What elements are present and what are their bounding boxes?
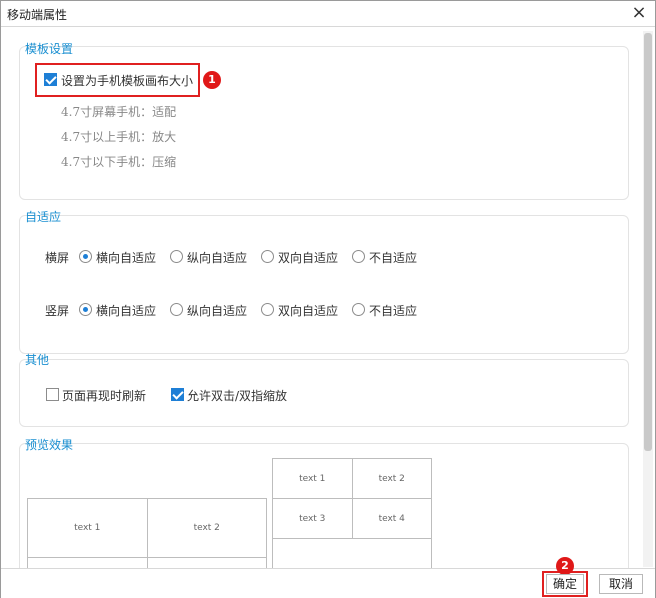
portrait-cell-1: text 1 xyxy=(272,458,353,499)
vertical-scrollbar[interactable] xyxy=(643,31,653,567)
dialog-content: 模板设置 设置为手机模板画布大小 1 4.7寸屏幕手机：适配 4.7寸以上手机：… xyxy=(1,28,641,568)
portrait-radio-vertical[interactable] xyxy=(170,303,183,316)
allow-zoom-label: 允许双击/双指缩放 xyxy=(187,389,288,403)
refresh-on-reappear-label: 页面再现时刷新 xyxy=(62,389,147,403)
note-below-4-7: 4.7寸以下手机：压缩 xyxy=(61,155,177,169)
close-icon[interactable]: × xyxy=(629,4,649,24)
portrait-option-none: 不自适应 xyxy=(369,304,418,318)
note-above-4-7: 4.7寸以上手机：放大 xyxy=(61,130,177,144)
adaptive-group xyxy=(19,215,629,354)
scrollbar-thumb[interactable] xyxy=(644,33,652,451)
landscape-cell-1: text 1 xyxy=(27,498,148,558)
mobile-properties-dialog: 移动端属性 × 模板设置 设置为手机模板画布大小 1 4.7寸屏幕手机：适配 4… xyxy=(0,0,656,598)
adaptive-title: 自适应 xyxy=(25,210,62,224)
cancel-button[interactable]: 取消 xyxy=(599,574,643,594)
landscape-radio-none[interactable] xyxy=(352,250,365,263)
portrait-option-horizontal: 横向自适应 xyxy=(96,304,157,318)
portrait-preview-table: text 1 text 2 text 3 text 4 xyxy=(272,458,432,568)
landscape-label: 横屏 xyxy=(45,251,70,265)
ok-button[interactable]: 确定 xyxy=(546,574,584,594)
portrait-cell-3: text 3 xyxy=(272,498,353,539)
canvas-size-label: 设置为手机模板画布大小 xyxy=(61,74,194,88)
other-title: 其他 xyxy=(25,353,50,367)
title-bar: 移动端属性 × xyxy=(1,1,655,27)
canvas-size-checkbox[interactable] xyxy=(44,73,57,86)
preview-title: 预览效果 xyxy=(25,438,74,452)
allow-zoom-checkbox[interactable] xyxy=(171,388,184,401)
portrait-cell-4: text 4 xyxy=(351,498,432,539)
portrait-label: 竖屏 xyxy=(45,304,70,318)
dialog-title: 移动端属性 xyxy=(7,8,68,22)
dialog-footer: 2 确定 取消 xyxy=(1,557,655,598)
refresh-on-reappear-checkbox[interactable] xyxy=(46,388,59,401)
landscape-cell-2: text 2 xyxy=(146,498,267,558)
landscape-option-both: 双向自适应 xyxy=(278,251,339,265)
portrait-radio-horizontal[interactable] xyxy=(79,303,92,316)
landscape-radio-vertical[interactable] xyxy=(170,250,183,263)
landscape-cell-empty-1 xyxy=(27,557,148,568)
portrait-radio-both[interactable] xyxy=(261,303,274,316)
portrait-option-both: 双向自适应 xyxy=(278,304,339,318)
landscape-option-horizontal: 横向自适应 xyxy=(96,251,157,265)
landscape-option-vertical: 纵向自适应 xyxy=(187,251,248,265)
portrait-option-vertical: 纵向自适应 xyxy=(187,304,248,318)
portrait-radio-none[interactable] xyxy=(352,303,365,316)
landscape-option-none: 不自适应 xyxy=(369,251,418,265)
landscape-radio-both[interactable] xyxy=(261,250,274,263)
landscape-cell-empty-2 xyxy=(146,557,267,568)
template-settings-title: 模板设置 xyxy=(25,42,74,56)
portrait-cell-empty xyxy=(272,538,432,568)
portrait-cell-2: text 2 xyxy=(351,458,432,499)
annotation-badge-1: 1 xyxy=(203,71,221,89)
note-4-7-fit: 4.7寸屏幕手机：适配 xyxy=(61,105,177,119)
annotation-badge-2: 2 xyxy=(556,557,574,575)
landscape-preview-table: text 1 text 2 xyxy=(27,498,267,568)
landscape-radio-horizontal[interactable] xyxy=(79,250,92,263)
